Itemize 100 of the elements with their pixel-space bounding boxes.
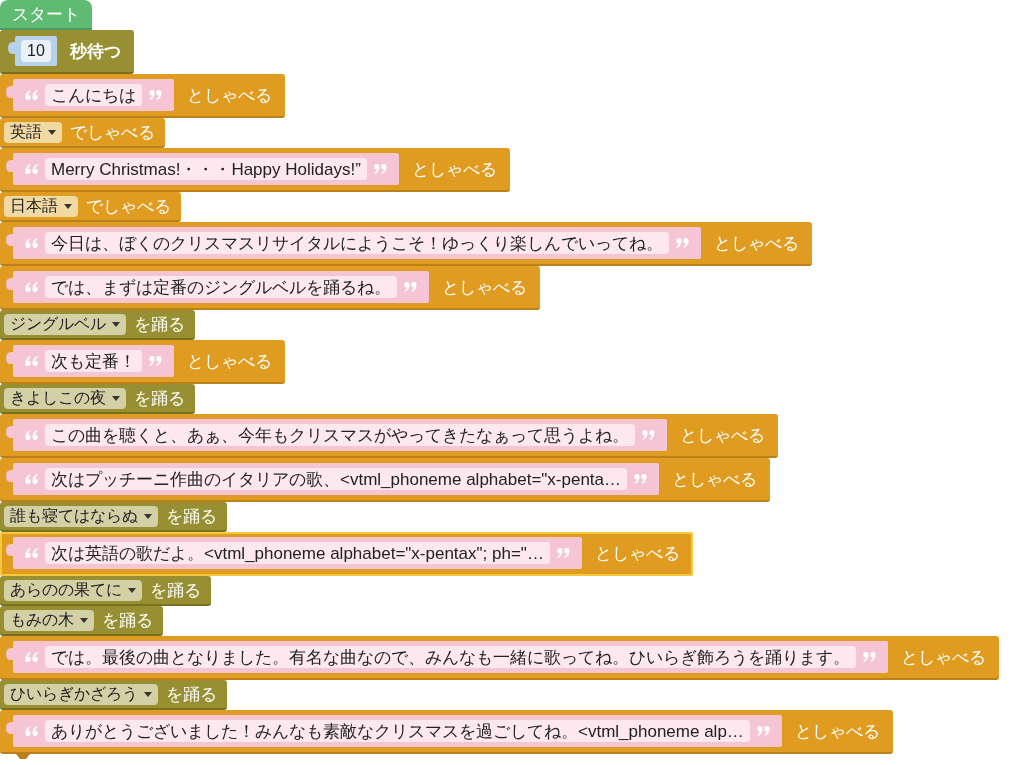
say-label: としゃべる — [794, 722, 880, 740]
language-label: でしゃべる — [86, 197, 171, 215]
input-tab-icon — [6, 352, 13, 364]
song-dropdown[interactable]: ジングルベル — [4, 313, 126, 335]
say-block[interactable]: 今日は、ぼくのクリスマスリサイタルにようこそ！ゆっくり楽しんでいってね。 としゃべる — [0, 222, 812, 266]
text-field[interactable]: この曲を聴くと、あぁ、今年もクリスマスがやってきたなぁって思うよね。 — [45, 424, 635, 446]
text-field[interactable]: ありがとうございました！みんなも素敵なクリスマスを過ごしてね。<vtml_phoneme alp… — [45, 720, 750, 742]
text-field[interactable]: 次は英語の歌だよ。<vtml_phoneme alphabet="x-pentax"; ph="… — [45, 542, 550, 564]
input-tab-icon — [6, 648, 13, 660]
text-field[interactable]: では。最後の曲となりました。有名な曲なので、みんなも一緒に歌ってね。ひいらぎ飾ろうを踊ります。 — [45, 646, 856, 668]
input-tab-icon — [6, 470, 13, 482]
number-block[interactable]: 10 — [15, 36, 57, 66]
say-label: としゃべる — [411, 160, 497, 178]
text-field[interactable]: 次も定番！ — [45, 350, 142, 372]
input-tab-icon — [6, 722, 13, 734]
wait-label: 秒待つ — [69, 42, 121, 60]
text-field[interactable]: こんにちは — [45, 84, 142, 106]
dance-label: を踊る — [150, 581, 201, 599]
song-dropdown[interactable]: 誰も寝てはならぬ — [4, 505, 158, 527]
say-block[interactable]: 次はプッチーニ作曲のイタリアの歌、<vtml_phoneme alphabet="x-penta… としゃべる — [0, 458, 771, 502]
song-dropdown[interactable]: ひいらぎかざろう — [4, 683, 158, 705]
dance-label: を踊る — [166, 507, 217, 525]
string-block[interactable]: 次も定番！ — [13, 345, 174, 377]
open-quote-icon — [25, 90, 38, 100]
dance-label: を踊る — [166, 685, 217, 703]
say-label: としゃべる — [714, 234, 799, 252]
song-dropdown[interactable]: きよしこの夜 — [4, 387, 126, 409]
number-field[interactable]: 10 — [21, 40, 51, 62]
say-label: としゃべる — [680, 426, 765, 444]
dance-label: を踊る — [102, 611, 153, 629]
dance-label: を踊る — [134, 315, 185, 333]
open-quote-icon — [25, 164, 38, 174]
string-block[interactable]: では。最後の曲となりました。有名な曲なので、みんなも一緒に歌ってね。ひいらぎ飾ろうを踊ります。 — [13, 641, 888, 673]
close-quote-icon — [863, 652, 876, 662]
say-block[interactable]: こんにちは としゃべる — [0, 74, 285, 118]
close-quote-icon — [634, 474, 648, 484]
say-label: としゃべる — [187, 86, 272, 104]
input-tab-icon — [6, 278, 13, 290]
close-quote-icon — [373, 164, 387, 174]
dropdown-caret-icon — [112, 395, 120, 401]
language-dropdown[interactable]: 英語 — [4, 121, 62, 143]
say-block[interactable]: では、まずは定番のジングルベルを踊るね。 としゃべる — [0, 266, 540, 310]
open-quote-icon — [25, 726, 38, 736]
say-block[interactable]: 次も定番！ としゃべる — [0, 340, 285, 384]
open-quote-icon — [25, 430, 38, 440]
dropdown-caret-icon — [64, 203, 72, 209]
dance-block[interactable]: 誰も寝てはならぬ を踊る — [0, 502, 227, 532]
text-field[interactable]: 今日は、ぼくのクリスマスリサイタルにようこそ！ゆっくり楽しんでいってね。 — [45, 232, 669, 254]
input-tab-icon — [6, 160, 13, 172]
input-tab-icon — [8, 42, 15, 54]
open-quote-icon — [25, 238, 38, 248]
input-tab-icon — [6, 426, 13, 438]
dropdown-caret-icon — [144, 691, 152, 697]
text-field[interactable]: Merry Christmas!・・・Happy Holidays!” — [45, 158, 367, 180]
string-block[interactable]: 次はプッチーニ作曲のイタリアの歌、<vtml_phoneme alphabet="x-penta… — [13, 463, 660, 495]
say-label: としゃべる — [672, 470, 758, 488]
dropdown-caret-icon — [144, 513, 152, 519]
say-label: としゃべる — [901, 648, 986, 666]
string-block[interactable]: Merry Christmas!・・・Happy Holidays!” — [13, 153, 399, 185]
text-field[interactable]: では、まずは定番のジングルベルを踊るね。 — [45, 276, 397, 298]
dance-block[interactable]: ジングルベル を踊る — [0, 310, 195, 340]
wait-block[interactable]: 10 秒待つ — [0, 30, 134, 74]
say-block[interactable]: 次は英語の歌だよ。<vtml_phoneme alphabet="x-pentax"; ph="… としゃべる — [0, 532, 693, 576]
open-quote-icon — [25, 548, 38, 558]
dance-block[interactable]: きよしこの夜 を踊る — [0, 384, 195, 414]
dance-block[interactable]: もみの木 を踊る — [0, 606, 163, 636]
dance-label: を踊る — [134, 389, 185, 407]
close-quote-icon — [404, 282, 417, 292]
string-block[interactable]: この曲を聴くと、あぁ、今年もクリスマスがやってきたなぁって思うよね。 — [13, 419, 667, 451]
string-block[interactable]: こんにちは — [13, 79, 174, 111]
open-quote-icon — [25, 282, 38, 292]
dance-block[interactable]: ひいらぎかざろう を踊る — [0, 680, 227, 710]
dropdown-caret-icon — [48, 129, 56, 135]
dropdown-caret-icon — [80, 617, 88, 623]
string-block[interactable]: 次は英語の歌だよ。<vtml_phoneme alphabet="x-pentax"; ph="… — [13, 537, 582, 569]
say-block[interactable]: Merry Christmas!・・・Happy Holidays!” としゃべる — [0, 148, 510, 192]
language-block[interactable]: 日本語 でしゃべる — [0, 192, 181, 222]
close-quote-icon — [149, 356, 162, 366]
dropdown-caret-icon — [128, 587, 136, 593]
string-block[interactable]: では、まずは定番のジングルベルを踊るね。 — [13, 271, 429, 303]
text-field[interactable]: 次はプッチーニ作曲のイタリアの歌、<vtml_phoneme alphabet="x-penta… — [45, 468, 628, 490]
song-dropdown[interactable]: もみの木 — [4, 609, 94, 631]
dance-block[interactable]: あらのの果てに を踊る — [0, 576, 211, 606]
close-quote-icon — [642, 430, 655, 440]
song-dropdown[interactable]: あらのの果てに — [4, 579, 142, 601]
close-quote-icon — [556, 548, 570, 558]
dropdown-caret-icon — [112, 321, 120, 327]
language-block[interactable]: 英語 でしゃべる — [0, 118, 165, 148]
string-block[interactable]: ありがとうございました！みんなも素敵なクリスマスを過ごしてね。<vtml_phoneme alp… — [13, 715, 782, 747]
close-quote-icon — [149, 90, 162, 100]
say-block[interactable]: では。最後の曲となりました。有名な曲なので、みんなも一緒に歌ってね。ひいらぎ飾ろうを踊ります。 としゃべる — [0, 636, 999, 680]
string-block[interactable]: 今日は、ぼくのクリスマスリサイタルにようこそ！ゆっくり楽しんでいってね。 — [13, 227, 701, 259]
open-quote-icon — [25, 356, 38, 366]
language-dropdown[interactable]: 日本語 — [4, 195, 78, 217]
say-label: としゃべる — [594, 544, 680, 562]
say-block[interactable]: この曲を聴くと、あぁ、今年もクリスマスがやってきたなぁって思うよね。 としゃべる — [0, 414, 778, 458]
language-label: でしゃべる — [70, 123, 155, 141]
connector-notch-icon — [16, 754, 30, 759]
say-label: としゃべる — [442, 278, 527, 296]
say-block[interactable]: ありがとうございました！みんなも素敵なクリスマスを過ごしてね。<vtml_phoneme alp… としゃべる — [0, 710, 893, 754]
